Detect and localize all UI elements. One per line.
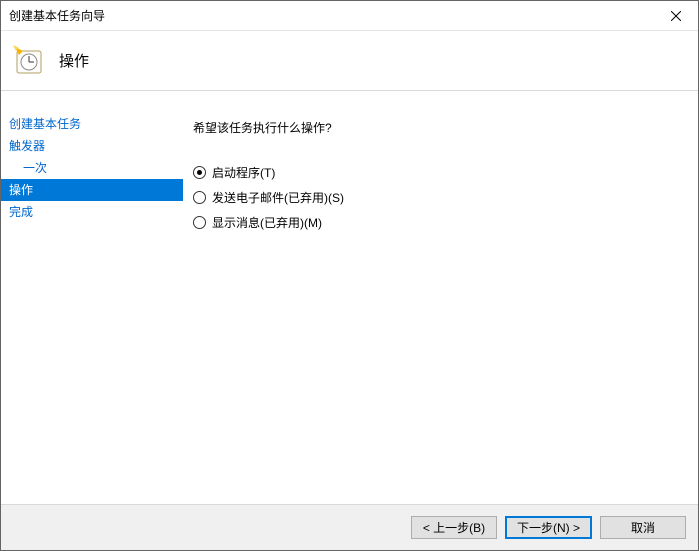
radio-label: 启动程序(T) — [212, 164, 275, 181]
radio-label: 发送电子邮件(已弃用)(S) — [212, 189, 344, 206]
wizard-header: 操作 — [1, 31, 698, 91]
cancel-button[interactable]: 取消 — [600, 516, 686, 539]
action-option-2[interactable]: 显示消息(已弃用)(M) — [193, 214, 698, 231]
radio-label: 显示消息(已弃用)(M) — [212, 214, 322, 231]
radio-icon — [193, 191, 206, 204]
close-button[interactable] — [653, 1, 698, 30]
sidebar-item-1[interactable]: 触发器 — [1, 135, 183, 157]
action-option-1[interactable]: 发送电子邮件(已弃用)(S) — [193, 189, 698, 206]
action-prompt: 希望该任务执行什么操作? — [193, 119, 698, 136]
sidebar-item-0[interactable]: 创建基本任务 — [1, 113, 183, 135]
next-button[interactable]: 下一步(N) > — [505, 516, 592, 539]
sidebar-item-3[interactable]: 操作 — [1, 179, 183, 201]
wizard-sidebar: 创建基本任务触发器一次操作完成 — [1, 91, 183, 504]
radio-icon — [193, 166, 206, 179]
wizard-body: 创建基本任务触发器一次操作完成 希望该任务执行什么操作? 启动程序(T) 发送电子… — [1, 91, 698, 504]
sidebar-item-4[interactable]: 完成 — [1, 201, 183, 223]
action-option-0[interactable]: 启动程序(T) — [193, 164, 698, 181]
close-icon — [671, 11, 681, 21]
wizard-icon — [13, 45, 45, 77]
wizard-title: 操作 — [59, 50, 89, 71]
back-button[interactable]: < 上一步(B) — [411, 516, 497, 539]
wizard-footer: < 上一步(B) 下一步(N) > 取消 — [1, 504, 698, 550]
action-radio-group: 启动程序(T) 发送电子邮件(已弃用)(S) 显示消息(已弃用)(M) — [193, 164, 698, 231]
titlebar: 创建基本任务向导 — [1, 1, 698, 31]
window-title: 创建基本任务向导 — [9, 7, 653, 24]
radio-icon — [193, 216, 206, 229]
sidebar-item-2[interactable]: 一次 — [1, 157, 183, 179]
wizard-main: 希望该任务执行什么操作? 启动程序(T) 发送电子邮件(已弃用)(S) 显示消息(已… — [183, 91, 698, 504]
